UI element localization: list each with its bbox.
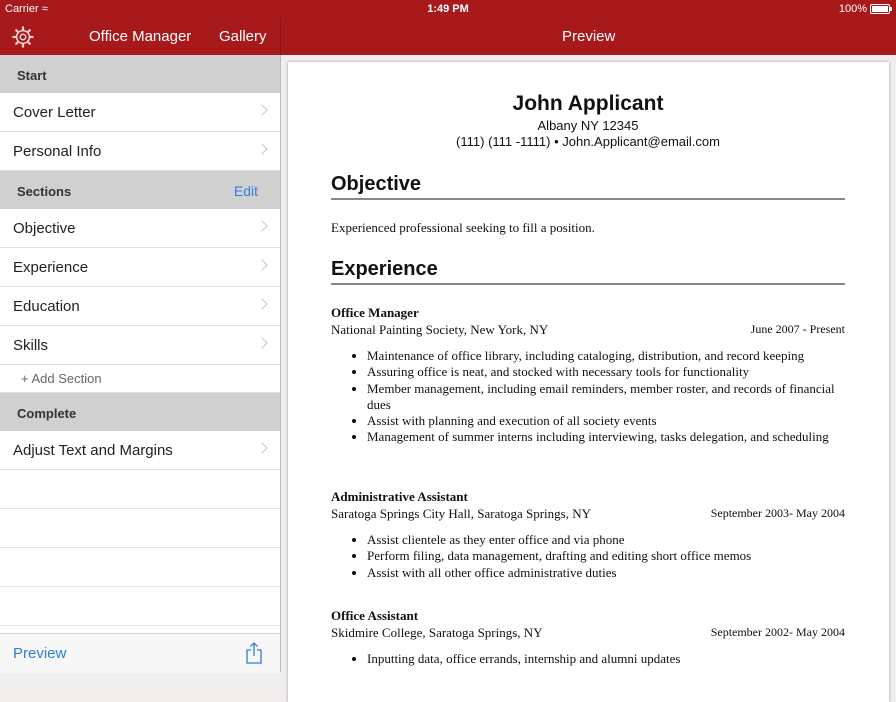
empty-row (0, 470, 280, 509)
sidebar-item-education[interactable]: Education (0, 287, 280, 326)
chevron-right-icon (256, 259, 268, 271)
job-org: Skidmire College, Saratoga Springs, NY (331, 625, 543, 640)
battery-icon (870, 4, 892, 14)
job-bullet: Perform filing, data management, draftin… (367, 548, 845, 564)
battery-indicator: 100% (839, 3, 892, 15)
gallery-button[interactable]: Gallery (219, 28, 267, 45)
section-header-complete: Complete (0, 393, 280, 431)
job-bullet: Management of summer interns including i… (367, 429, 845, 445)
empty-row (0, 509, 280, 548)
job-bullet: Assist clientele as they enter office an… (367, 532, 845, 548)
job-bullet: Assuring office is neat, and stocked wit… (367, 364, 845, 380)
sidebar-item-adjust-text-margins[interactable]: Adjust Text and Margins (0, 431, 280, 470)
objective-heading: Objective (331, 173, 845, 200)
nav-divider (280, 18, 281, 55)
objective-text: Experienced professional seeking to fill… (331, 220, 595, 235)
sidebar-item-personal-info[interactable]: Personal Info (0, 132, 280, 171)
job-bullet: Member management, including email remin… (367, 381, 845, 414)
job-entry: Office Manager National Painting Society… (331, 305, 845, 446)
job-bullet: Assist with planning and execution of al… (367, 413, 845, 429)
chevron-right-icon (256, 442, 268, 454)
status-bar: Carrier ≈ 1:49 PM 100% (0, 0, 896, 18)
empty-row (0, 587, 280, 626)
sidebar: Start Cover Letter Personal Info Section… (0, 55, 281, 672)
job-bullet: Maintenance of office library, including… (367, 348, 845, 364)
job-title: Office Assistant (331, 608, 419, 623)
sidebar-toolbar: Preview (0, 633, 280, 673)
chevron-right-icon (256, 220, 268, 232)
status-time: 1:49 PM (427, 3, 469, 15)
sidebar-item-experience[interactable]: Experience (0, 248, 280, 287)
job-bullet: Inputting data, office errands, internsh… (367, 651, 845, 667)
add-section-button[interactable]: + Add Section (0, 365, 280, 393)
job-title: Administrative Assistant (331, 489, 468, 504)
share-icon[interactable] (245, 642, 263, 664)
chevron-right-icon (256, 143, 268, 155)
chevron-right-icon (256, 298, 268, 310)
job-date: September 2002- May 2004 (710, 625, 845, 639)
job-entry: Office Assistant Skidmire College, Sarat… (331, 608, 845, 667)
empty-row (0, 548, 280, 587)
sidebar-item-cover-letter[interactable]: Cover Letter (0, 93, 280, 132)
experience-heading: Experience (331, 258, 845, 285)
job-entry: Administrative Assistant Saratoga Spring… (331, 489, 845, 581)
job-date: June 2007 - Present (750, 322, 845, 336)
section-header-start: Start (0, 55, 280, 93)
resume-preview: John Applicant Albany NY 12345 (111) (11… (288, 62, 889, 702)
preview-button[interactable]: Preview (13, 645, 66, 662)
job-org: National Painting Society, New York, NY (331, 322, 549, 337)
job-title: Office Manager (331, 305, 419, 320)
preview-title: Preview (562, 28, 616, 45)
resume-name: John Applicant (512, 92, 664, 115)
top-bar: Carrier ≈ 1:49 PM 100% Office Manager Ga… (0, 0, 896, 55)
job-date: September 2003- May 2004 (710, 506, 845, 520)
section-header-sections: Sections Edit (0, 171, 280, 209)
sidebar-item-objective[interactable]: Objective (0, 209, 280, 248)
job-org: Saratoga Springs City Hall, Saratoga Spr… (331, 506, 591, 521)
sidebar-item-skills[interactable]: Skills (0, 326, 280, 365)
chevron-right-icon (256, 104, 268, 116)
resume-address: Albany NY 12345 (537, 118, 639, 133)
gear-icon[interactable] (12, 26, 34, 48)
edit-button[interactable]: Edit (234, 183, 258, 199)
resume-contact: (111) (111 -1111) • John.Applicant@email… (456, 134, 720, 149)
nav-title-office-manager[interactable]: Office Manager (89, 28, 191, 45)
job-bullet: Assist with all other office administrat… (367, 565, 845, 581)
chevron-right-icon (256, 337, 268, 349)
